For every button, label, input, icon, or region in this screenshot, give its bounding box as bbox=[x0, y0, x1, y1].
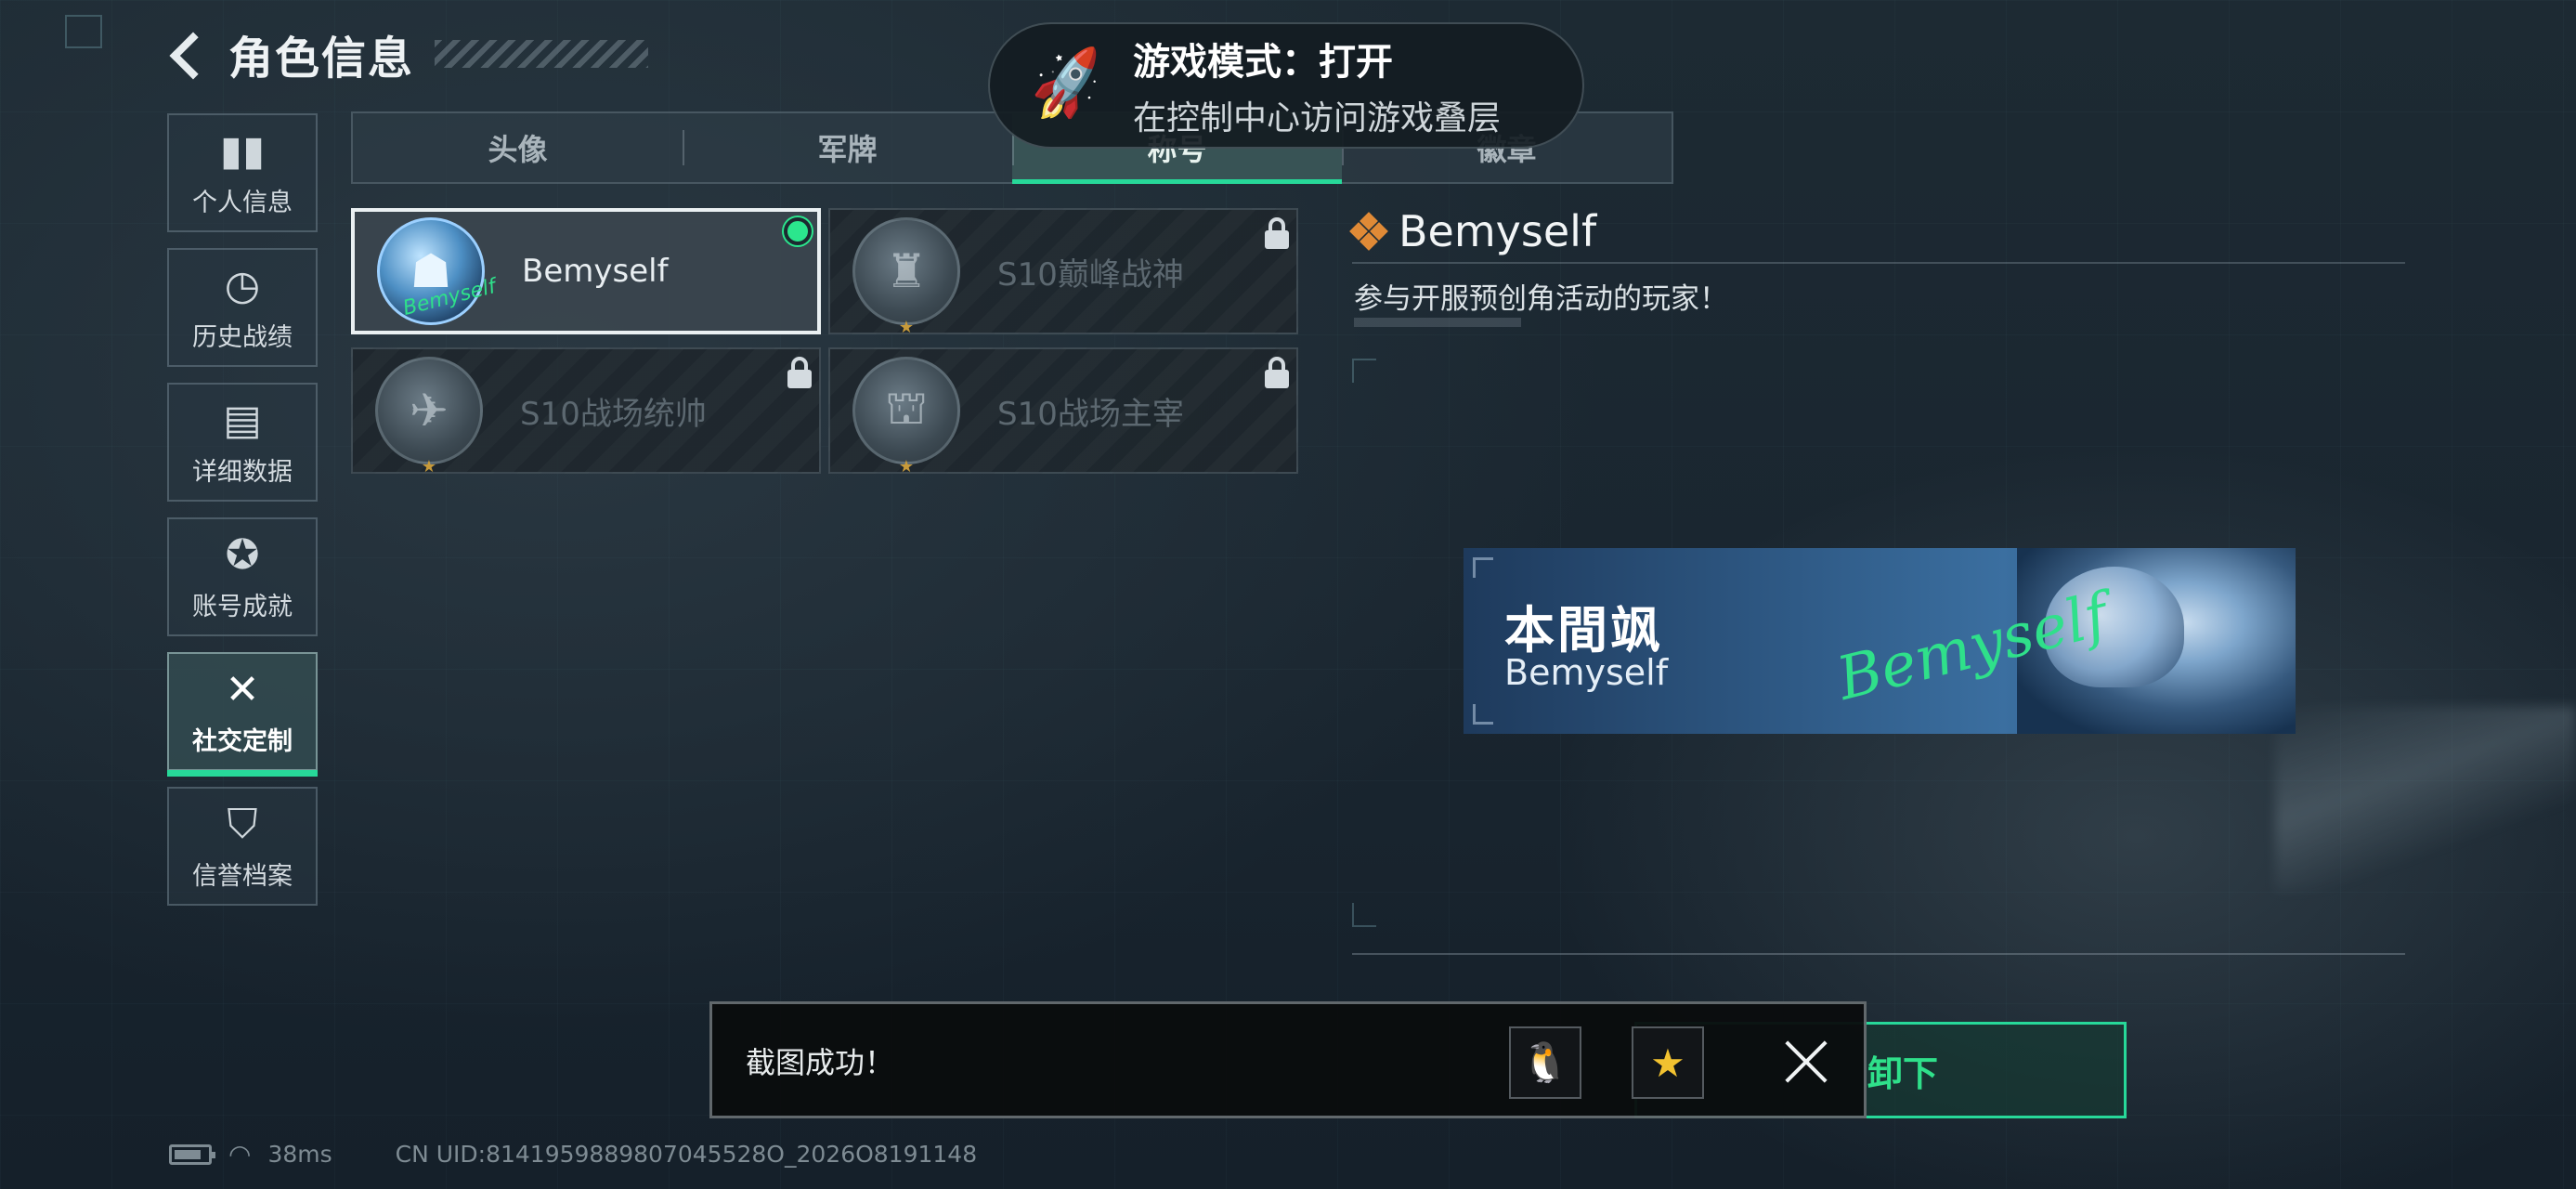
equipped-indicator-dot bbox=[784, 217, 812, 245]
sidebar-item-label: 个人信息 bbox=[192, 188, 293, 217]
detail-description: 参与开服预创角活动的玩家！ bbox=[1354, 282, 1728, 316]
title-stripes-decoration bbox=[435, 40, 649, 68]
title-card-s10-dominator[interactable]: ⛫ ★ S10战场主宰 bbox=[828, 347, 1298, 477]
title-card-s10-commander[interactable]: ✈ ★ S10战场统帅 bbox=[351, 347, 821, 477]
screenshot-toast: 截图成功！ 🐧 ★ bbox=[709, 1001, 1867, 1118]
title-card-bemyself[interactable]: ☗ Bemyself Bemyself bbox=[351, 208, 821, 334]
banner-bracket bbox=[1473, 704, 1493, 725]
detail-title-name: Bemyself bbox=[1399, 206, 1597, 256]
page-title: 角色信息 bbox=[228, 33, 415, 85]
clock-icon: ◷ bbox=[224, 261, 261, 309]
toast-message: 截图成功！ bbox=[746, 1045, 895, 1080]
battery-icon bbox=[169, 1143, 215, 1165]
close-icon[interactable] bbox=[1782, 1038, 1830, 1086]
title-card-name: S10战场统帅 bbox=[520, 395, 707, 433]
game-mode-subtitle: 在控制中心访问游戏叠层 bbox=[1133, 99, 1502, 137]
tab-dog-tag[interactable]: 军牌 bbox=[683, 113, 1012, 182]
shield-icon: ⛉ bbox=[227, 800, 258, 848]
header: 角色信息 bbox=[167, 26, 649, 85]
sidebar-item-social-customization[interactable]: ✕ 社交定制 bbox=[167, 652, 318, 777]
divider bbox=[1352, 262, 2405, 264]
tower-emblem-icon: ♜ ★ bbox=[852, 217, 960, 337]
sidebar-item-achievements[interactable]: ✪ 账号成就 bbox=[167, 517, 318, 636]
rocket-icon: 🚀 bbox=[1023, 43, 1112, 127]
frame-corner-top-left bbox=[1352, 359, 1376, 383]
lock-icon bbox=[1265, 217, 1289, 249]
corner-decoration bbox=[65, 15, 102, 48]
player-uid: CN UID:8141959889807045528O_2026O8191148 bbox=[395, 1141, 978, 1168]
ping-value: 38ms bbox=[267, 1141, 332, 1168]
operator-emblem-icon: ☗ Bemyself bbox=[377, 217, 498, 325]
title-card-name: Bemyself bbox=[522, 253, 669, 290]
lock-icon bbox=[1265, 357, 1289, 388]
sidebar-item-detailed-data[interactable]: ▤ 详细数据 bbox=[167, 383, 318, 502]
medal-icon: ✪ bbox=[225, 530, 260, 579]
qq-share-icon[interactable]: 🐧 bbox=[1509, 1026, 1581, 1099]
lock-icon bbox=[787, 357, 812, 388]
sidebar-item-label: 社交定制 bbox=[192, 726, 293, 756]
sidebar-item-label: 信誉档案 bbox=[192, 861, 293, 891]
detail-header: Bemyself bbox=[1349, 206, 1597, 256]
banner-english-name: Bemyself bbox=[1504, 652, 1669, 693]
sidebar-item-personal-info[interactable]: ▮▮ 个人信息 bbox=[167, 113, 318, 232]
detail-sub-decoration bbox=[1354, 318, 1521, 327]
sidebar-item-credit-record[interactable]: ⛉ 信誉档案 bbox=[167, 787, 318, 906]
drone-emblem-icon: ✈ ★ bbox=[375, 357, 483, 477]
title-banner-preview: Bemyself 本間飒 Bemyself bbox=[1464, 548, 2296, 734]
frame-corner-bottom-left bbox=[1352, 903, 1376, 927]
title-card-name: S10巅峰战神 bbox=[997, 255, 1184, 294]
game-mode-text: 游戏模式：打开 在控制中心访问游戏叠层 bbox=[1133, 32, 1501, 139]
title-diamond-icon bbox=[1349, 212, 1388, 251]
sidebar-item-label: 历史战绩 bbox=[192, 322, 293, 352]
banner-bracket bbox=[1473, 557, 1493, 578]
tab-avatar[interactable]: 头像 bbox=[353, 113, 683, 182]
wifi-icon: ◠ bbox=[228, 1139, 252, 1169]
colosseum-emblem-icon: ⛫ ★ bbox=[852, 357, 960, 477]
title-card-s10-peak-god[interactable]: ♜ ★ S10巅峰战神 bbox=[828, 208, 1298, 337]
sidebar-item-label: 账号成就 bbox=[192, 592, 293, 621]
sidebar-item-label: 详细数据 bbox=[192, 457, 293, 487]
game-mode-notification[interactable]: 🚀 游戏模式：打开 在控制中心访问游戏叠层 bbox=[988, 22, 1584, 149]
background-lightning bbox=[2275, 706, 2576, 892]
sidebar-item-match-history[interactable]: ◷ 历史战绩 bbox=[167, 248, 318, 367]
title-card-name: S10战场主宰 bbox=[997, 395, 1184, 433]
tools-icon: ✕ bbox=[225, 665, 260, 713]
back-arrow-icon[interactable] bbox=[167, 32, 212, 76]
status-bar: ◠ 38ms CN UID:8141959889807045528O_2026O… bbox=[169, 1139, 977, 1169]
game-mode-title: 游戏模式：打开 bbox=[1133, 41, 1393, 84]
divider bbox=[1352, 953, 2405, 955]
qzone-share-icon[interactable]: ★ bbox=[1632, 1026, 1704, 1099]
sidebar: ▮▮ 个人信息 ◷ 历史战绩 ▤ 详细数据 ✪ 账号成就 ✕ 社交定制 ⛉ 信誉… bbox=[167, 113, 318, 921]
folder-icon: ▤ bbox=[223, 396, 262, 444]
bar-chart-icon: ▮▮ bbox=[219, 126, 266, 175]
